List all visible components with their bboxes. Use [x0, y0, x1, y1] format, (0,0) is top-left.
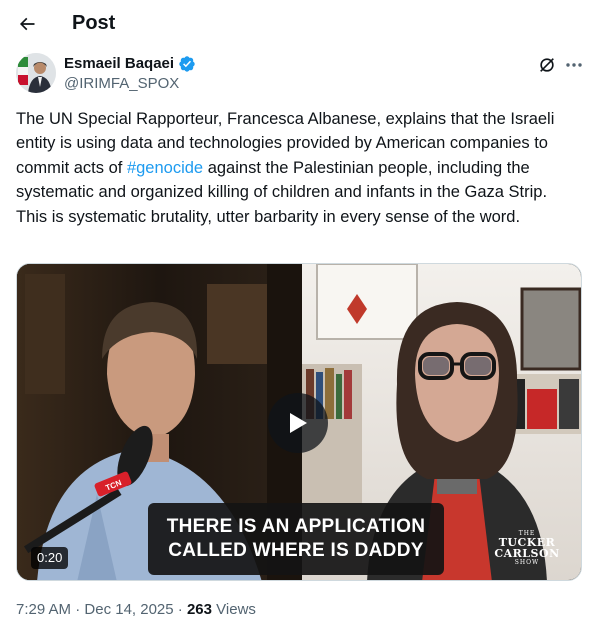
author-row: Esmaeil Baqaei @IRIMFA_SPOX: [16, 52, 586, 96]
more-dots-icon: [566, 63, 582, 67]
avatar[interactable]: [16, 53, 56, 93]
author-handle[interactable]: @IRIMFA_SPOX: [64, 74, 179, 93]
avatar-image: [16, 53, 56, 93]
back-arrow-icon: [19, 17, 35, 31]
post-meta: 7:29 AM · Dec 14, 2025 · 263 Views: [16, 600, 256, 620]
top-bar: Post: [0, 0, 597, 48]
video-duration: 0:20: [31, 547, 69, 569]
meta-separator-2: ·: [173, 601, 187, 618]
tucker-carlson-logo: THE TUCKER CARLSON SHOW: [485, 530, 569, 574]
author-name[interactable]: Esmaeil Baqaei: [64, 54, 174, 73]
name-row: Esmaeil Baqaei: [64, 54, 196, 73]
page-title: Post: [72, 12, 116, 34]
grok-button[interactable]: [536, 54, 558, 76]
views-count: 263: [186, 601, 212, 618]
hashtag-link[interactable]: #genocide: [127, 159, 203, 177]
back-button[interactable]: [10, 7, 44, 41]
tweet-text: The UN Special Rapporteur, Francesca Alb…: [16, 107, 588, 229]
play-icon: [290, 413, 307, 433]
more-button[interactable]: [562, 54, 586, 76]
meta-separator: ·: [71, 601, 85, 618]
play-button[interactable]: [268, 393, 328, 453]
caption-line-1: THERE IS AN APPLICATION: [166, 516, 426, 537]
logo-show: SHOW: [514, 559, 540, 566]
post-time[interactable]: 7:29 AM: [16, 601, 71, 618]
tweet-paragraph-2: This is systematic brutality, utter barb…: [16, 207, 521, 226]
verified-badge-icon: [179, 55, 195, 72]
grok-icon: [540, 58, 554, 72]
views-label: Views: [212, 601, 256, 618]
post-date[interactable]: Dec 14, 2025: [84, 601, 173, 618]
tweet-paragraph-1: The UN Special Rapporteur, Francesca Alb…: [16, 107, 588, 205]
logo-line-2: CARLSON: [494, 547, 560, 560]
caption-line-2: CALLED WHERE IS DADDY: [168, 540, 424, 561]
video-caption: THERE IS AN APPLICATION CALLED WHERE IS …: [148, 503, 444, 575]
